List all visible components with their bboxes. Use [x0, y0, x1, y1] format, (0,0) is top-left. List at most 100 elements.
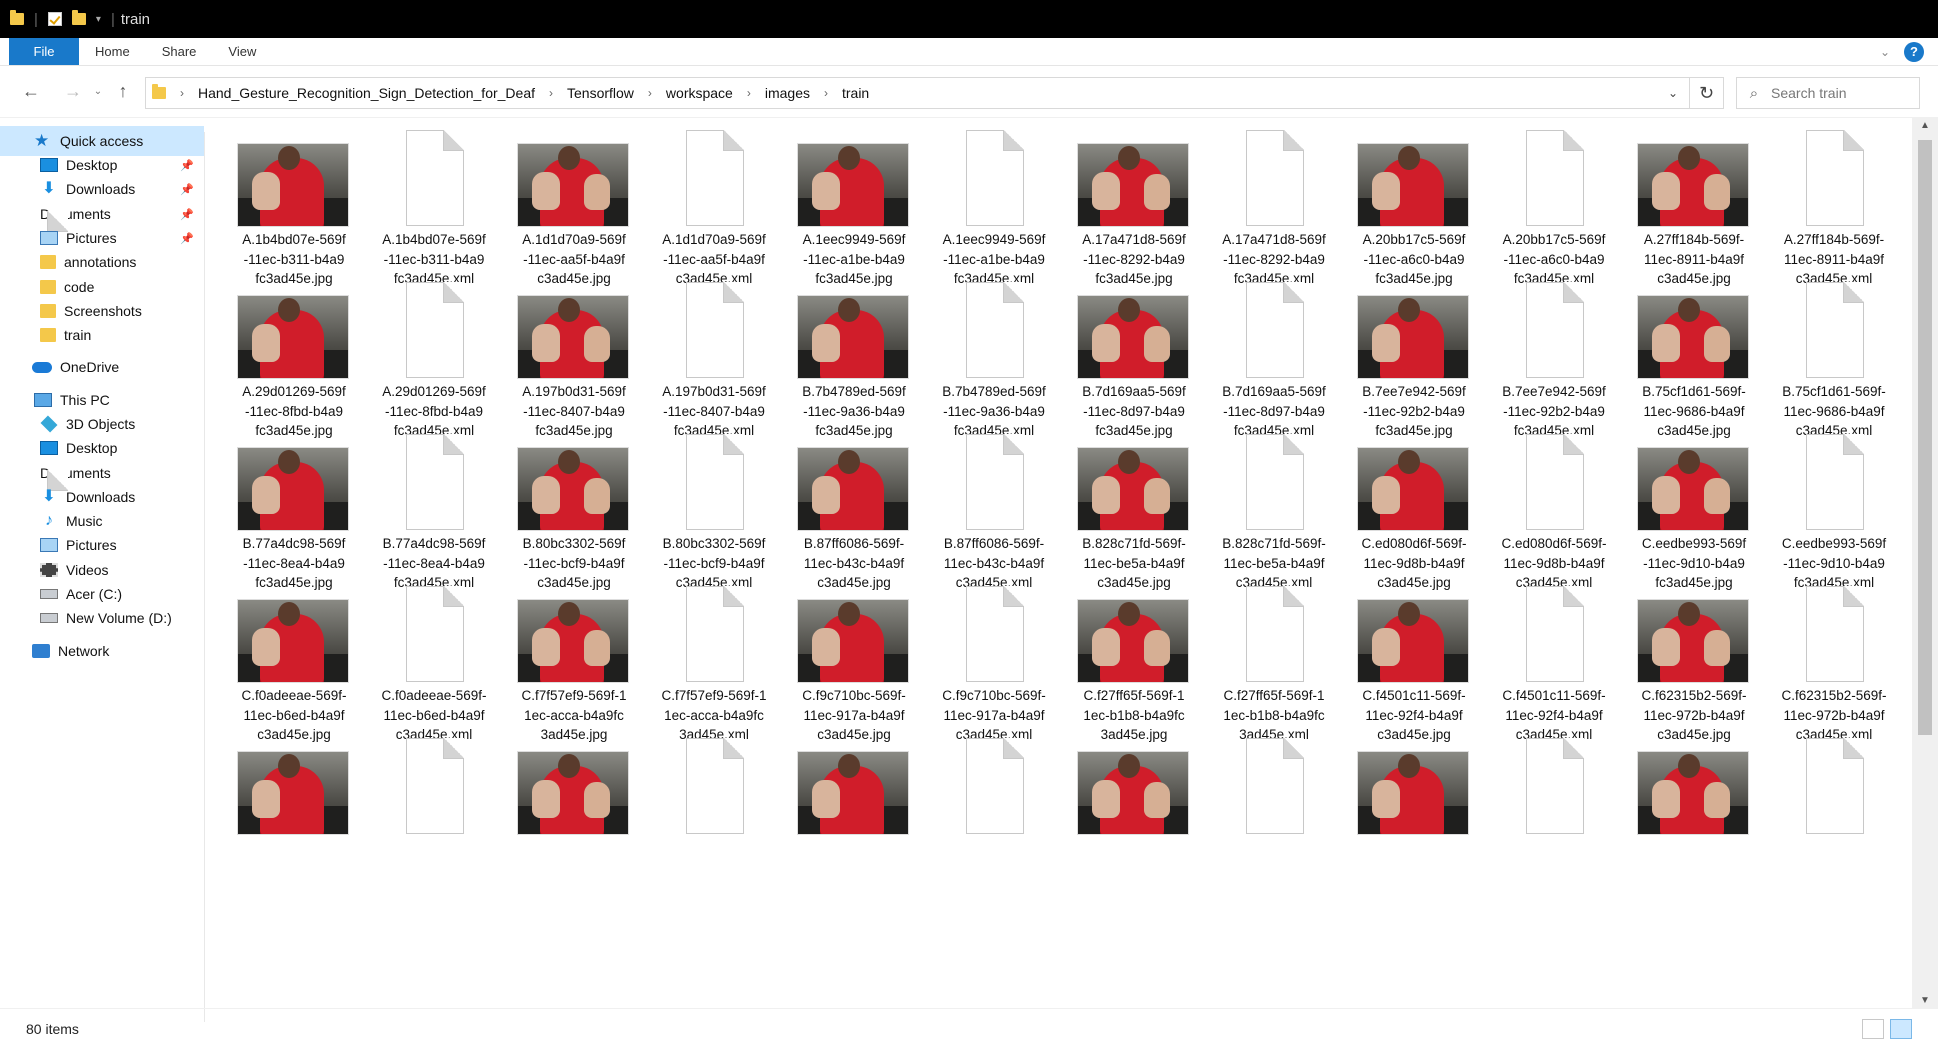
image-file-item[interactable]	[1336, 726, 1468, 876]
tab-share[interactable]: Share	[146, 38, 213, 65]
pin-icon[interactable]: 📌	[180, 232, 194, 245]
recent-locations-button[interactable]: ⌄	[88, 77, 108, 107]
breadcrumb-workspace[interactable]: workspace	[664, 85, 735, 101]
image-file-item[interactable]: B.80bc3302-569f -11ec-bcf9-b4a9f c3ad45e…	[496, 422, 628, 590]
xml-file-item[interactable]: C.f7f57ef9-569f-1 1ec-acca-b4a9fc 3ad45e…	[636, 574, 768, 742]
xml-file-item[interactable]: A.17a471d8-569f -11ec-8292-b4a9 fc3ad45e…	[1196, 118, 1328, 286]
breadcrumb-tensorflow[interactable]: Tensorflow	[565, 85, 636, 101]
image-file-item[interactable]: A.1eec9949-569f -11ec-a1be-b4a9 fc3ad45e…	[776, 118, 908, 286]
chevron-right-icon[interactable]: ›	[824, 86, 828, 100]
details-view-icon[interactable]	[1862, 1019, 1884, 1039]
xml-file-item[interactable]	[916, 726, 1048, 876]
xml-file-item[interactable]: C.ed080d6f-569f- 11ec-9d8b-b4a9f c3ad45e…	[1476, 422, 1608, 590]
refresh-button[interactable]: ↻	[1690, 77, 1724, 109]
properties-icon[interactable]	[47, 12, 62, 26]
xml-file-item[interactable]: A.197b0d31-569f -11ec-8407-b4a9 fc3ad45e…	[636, 270, 768, 438]
xml-file-item[interactable]: A.1d1d70a9-569f -11ec-aa5f-b4a9f c3ad45e…	[636, 118, 768, 286]
breadcrumb-train[interactable]: train	[840, 85, 871, 101]
image-file-item[interactable]: C.f7f57ef9-569f-1 1ec-acca-b4a9fc 3ad45e…	[496, 574, 628, 742]
image-file-item[interactable]: C.f9c710bc-569f- 11ec-917a-b4a9f c3ad45e…	[776, 574, 908, 742]
scrollbar-thumb[interactable]	[1918, 140, 1932, 735]
scroll-up-icon[interactable]: ▲	[1912, 120, 1938, 131]
xml-file-item[interactable]: C.eedbe993-569f -11ec-9d10-b4a9 fc3ad45e…	[1756, 422, 1888, 590]
pin-icon[interactable]: 📌	[180, 183, 194, 196]
image-file-item[interactable]	[496, 726, 628, 876]
xml-file-item[interactable]: B.87ff6086-569f- 11ec-b43c-b4a9f c3ad45e…	[916, 422, 1048, 590]
image-file-item[interactable]: B.7b4789ed-569f -11ec-9a36-b4a9 fc3ad45e…	[776, 270, 908, 438]
pin-icon[interactable]: 📌	[180, 208, 194, 221]
image-file-item[interactable]: A.20bb17c5-569f -11ec-a6c0-b4a9 fc3ad45e…	[1336, 118, 1468, 286]
xml-file-item[interactable]	[1196, 726, 1328, 876]
xml-file-item[interactable]	[1476, 726, 1608, 876]
xml-file-item[interactable]: B.7ee7e942-569f -11ec-92b2-b4a9 fc3ad45e…	[1476, 270, 1608, 438]
image-file-item[interactable]: A.1b4bd07e-569f -11ec-b311-b4a9 fc3ad45e…	[216, 118, 348, 286]
xml-file-item[interactable]	[636, 726, 768, 876]
image-file-item[interactable]: B.77a4dc98-569f -11ec-8ea4-b4a9 fc3ad45e…	[216, 422, 348, 590]
image-file-item[interactable]: C.f0adeeae-569f- 11ec-b6ed-b4a9f c3ad45e…	[216, 574, 348, 742]
address-bar[interactable]: › Hand_Gesture_Recognition_Sign_Detectio…	[145, 77, 1690, 109]
chevron-right-icon[interactable]: ›	[180, 86, 184, 100]
xml-file-item[interactable]: C.f27ff65f-569f-1 1ec-b1b8-b4a9fc 3ad45e…	[1196, 574, 1328, 742]
xml-file-item[interactable]: B.80bc3302-569f -11ec-bcf9-b4a9f c3ad45e…	[636, 422, 768, 590]
chevron-right-icon[interactable]: ›	[648, 86, 652, 100]
sidebar-item-onedrive[interactable]: OneDrive	[0, 352, 204, 382]
search-box[interactable]: ⌕ Search train	[1736, 77, 1920, 109]
chevron-right-icon[interactable]: ›	[549, 86, 553, 100]
image-file-item[interactable]	[1616, 726, 1748, 876]
xml-file-item[interactable]: C.f9c710bc-569f- 11ec-917a-b4a9f c3ad45e…	[916, 574, 1048, 742]
scroll-down-icon[interactable]: ▼	[1912, 995, 1938, 1006]
image-file-item[interactable]	[776, 726, 908, 876]
xml-file-item[interactable]: B.7b4789ed-569f -11ec-9a36-b4a9 fc3ad45e…	[916, 270, 1048, 438]
xml-file-item[interactable]: C.f62315b2-569f- 11ec-972b-b4a9f c3ad45e…	[1756, 574, 1888, 742]
chevron-right-icon[interactable]: ›	[747, 86, 751, 100]
xml-file-item[interactable]: A.1b4bd07e-569f -11ec-b311-b4a9 fc3ad45e…	[356, 118, 488, 286]
address-dropdown-icon[interactable]: ⌄	[1657, 78, 1689, 108]
image-file-item[interactable]: B.87ff6086-569f- 11ec-b43c-b4a9f c3ad45e…	[776, 422, 908, 590]
pin-icon[interactable]: 📌	[180, 159, 194, 172]
image-file-item[interactable]: A.27ff184b-569f- 11ec-8911-b4a9f c3ad45e…	[1616, 118, 1748, 286]
customize-toolbar-icon[interactable]: ▾	[96, 14, 101, 25]
new-folder-icon[interactable]	[71, 10, 86, 25]
help-icon[interactable]: ?	[1904, 41, 1924, 62]
image-file-item[interactable]: B.7ee7e942-569f -11ec-92b2-b4a9 fc3ad45e…	[1336, 270, 1468, 438]
image-file-item[interactable]	[1056, 726, 1188, 876]
breadcrumb-images[interactable]: images	[763, 85, 812, 101]
xml-file-item[interactable]: B.7d169aa5-569f -11ec-8d97-b4a9 fc3ad45e…	[1196, 270, 1328, 438]
expand-ribbon-icon[interactable]: ⌄	[1880, 45, 1890, 59]
image-file-item[interactable]: A.197b0d31-569f -11ec-8407-b4a9 fc3ad45e…	[496, 270, 628, 438]
image-file-item[interactable]: B.828c71fd-569f- 11ec-be5a-b4a9f c3ad45e…	[1056, 422, 1188, 590]
sidebar-item-train[interactable]: train	[0, 320, 204, 350]
xml-file-item[interactable]: C.f0adeeae-569f- 11ec-b6ed-b4a9f c3ad45e…	[356, 574, 488, 742]
xml-file-item[interactable]: A.29d01269-569f -11ec-8fbd-b4a9 fc3ad45e…	[356, 270, 488, 438]
sidebar-item-new-volume-d[interactable]: New Volume (D:)	[0, 603, 204, 633]
image-file-item[interactable]: A.29d01269-569f -11ec-8fbd-b4a9 fc3ad45e…	[216, 270, 348, 438]
tab-file[interactable]: File	[9, 38, 79, 65]
xml-file-item[interactable]: A.27ff184b-569f- 11ec-8911-b4a9f c3ad45e…	[1756, 118, 1888, 286]
vertical-scrollbar[interactable]: ▲ ▼	[1912, 118, 1938, 1008]
large-icons-view-icon[interactable]	[1890, 1019, 1912, 1039]
xml-file-item[interactable]: B.75cf1d61-569f- 11ec-9686-b4a9f c3ad45e…	[1756, 270, 1888, 438]
image-file-item[interactable]: C.f4501c11-569f- 11ec-92f4-b4a9f c3ad45e…	[1336, 574, 1468, 742]
image-file-item[interactable]: B.75cf1d61-569f- 11ec-9686-b4a9f c3ad45e…	[1616, 270, 1748, 438]
xml-file-item[interactable]	[1756, 726, 1888, 876]
image-file-item[interactable]: C.f62315b2-569f- 11ec-972b-b4a9f c3ad45e…	[1616, 574, 1748, 742]
tab-home[interactable]: Home	[79, 38, 146, 65]
image-file-item[interactable]: B.7d169aa5-569f -11ec-8d97-b4a9 fc3ad45e…	[1056, 270, 1188, 438]
back-button[interactable]: ←	[16, 77, 46, 107]
image-file-item[interactable]: C.ed080d6f-569f- 11ec-9d8b-b4a9f c3ad45e…	[1336, 422, 1468, 590]
up-button[interactable]: ↑	[108, 77, 138, 107]
xml-file-item[interactable]: A.20bb17c5-569f -11ec-a6c0-b4a9 fc3ad45e…	[1476, 118, 1608, 286]
xml-file-item[interactable]: B.77a4dc98-569f -11ec-8ea4-b4a9 fc3ad45e…	[356, 422, 488, 590]
xml-file-item[interactable]: B.828c71fd-569f- 11ec-be5a-b4a9f c3ad45e…	[1196, 422, 1328, 590]
sidebar-item-network[interactable]: Network	[0, 636, 204, 666]
forward-button[interactable]: →	[58, 77, 88, 107]
image-file-item[interactable]: C.eedbe993-569f -11ec-9d10-b4a9 fc3ad45e…	[1616, 422, 1748, 590]
breadcrumb-project[interactable]: Hand_Gesture_Recognition_Sign_Detection_…	[196, 85, 537, 101]
image-file-item[interactable]	[216, 726, 348, 876]
xml-file-item[interactable]: A.1eec9949-569f -11ec-a1be-b4a9 fc3ad45e…	[916, 118, 1048, 286]
xml-file-item[interactable]: C.f4501c11-569f- 11ec-92f4-b4a9f c3ad45e…	[1476, 574, 1608, 742]
image-file-item[interactable]: A.17a471d8-569f -11ec-8292-b4a9 fc3ad45e…	[1056, 118, 1188, 286]
image-file-item[interactable]: C.f27ff65f-569f-1 1ec-b1b8-b4a9fc 3ad45e…	[1056, 574, 1188, 742]
tab-view[interactable]: View	[212, 38, 272, 65]
xml-file-item[interactable]	[356, 726, 488, 876]
